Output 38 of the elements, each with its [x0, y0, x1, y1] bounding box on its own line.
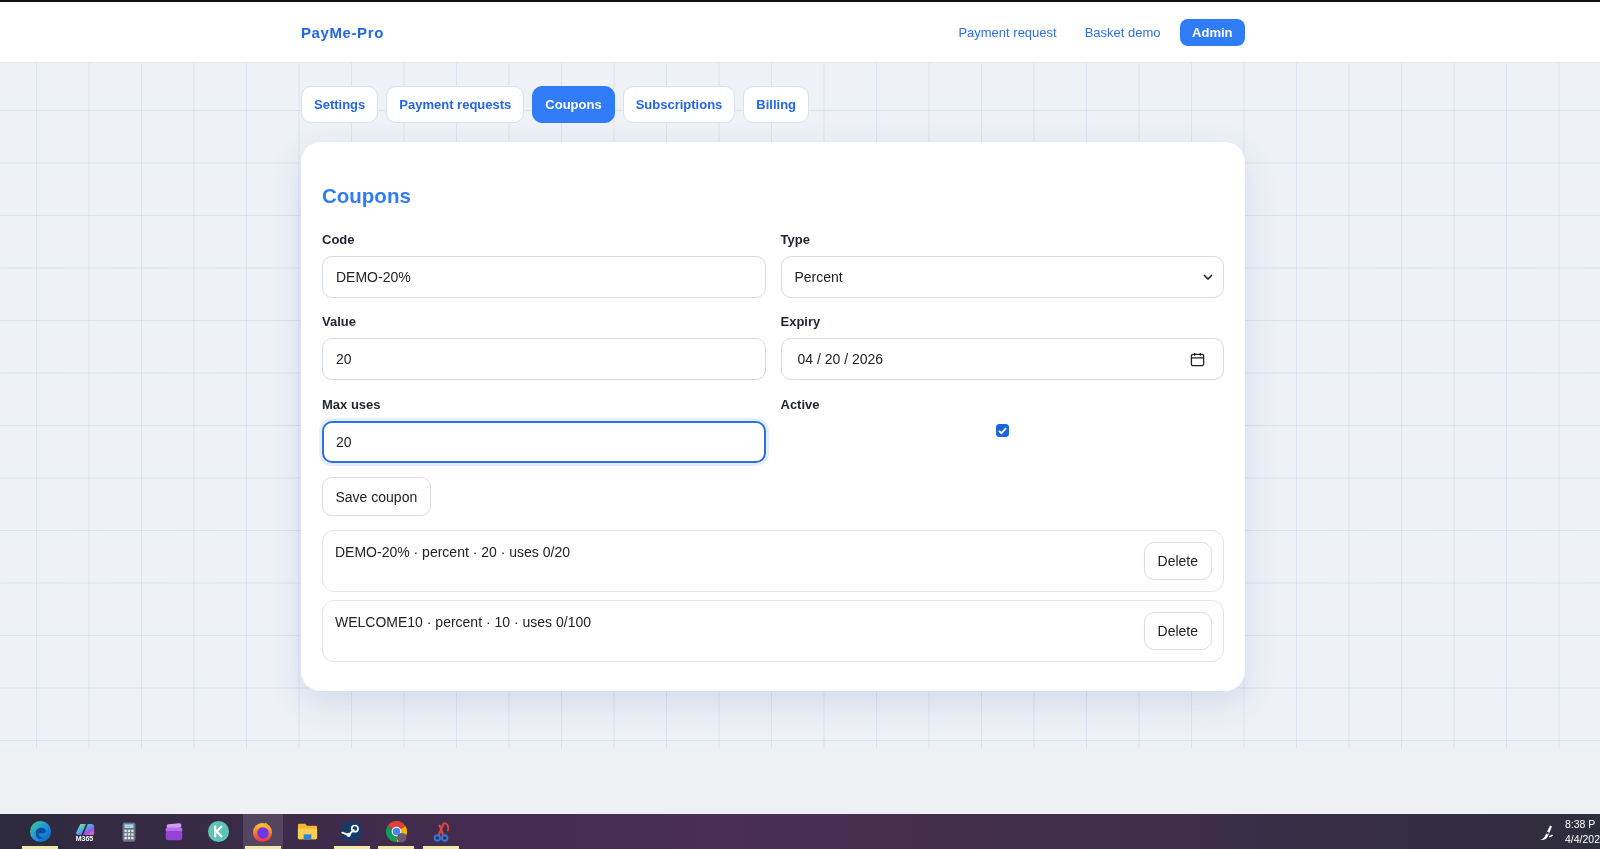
tab[interactable]: Billing [743, 86, 810, 123]
ring-ball-icon [384, 820, 408, 843]
chevron-down-icon [1203, 273, 1213, 280]
type-select[interactable]: Percent [780, 255, 1224, 298]
swirl-icon [28, 820, 52, 843]
text-input[interactable]: 20 [322, 420, 766, 463]
chevron-circle-icon [206, 820, 230, 843]
tab[interactable]: Coupons [532, 86, 615, 123]
lever-disc-icon [340, 820, 363, 843]
brand-name: PayMe-Pro [301, 23, 384, 41]
panel-title: Coupons [322, 183, 412, 209]
coupon-summary: DEMO-20% · percent · 20 · uses 0/20 [335, 543, 570, 562]
nav-link[interactable]: Basket demo [1075, 18, 1170, 46]
nav-link[interactable]: Admin [1179, 18, 1245, 46]
fox-globe-icon [251, 820, 274, 843]
text-input[interactable]: DEMO-20% [322, 255, 766, 298]
clock-date: 4/4/202 [1564, 831, 1600, 847]
save-button[interactable]: Save coupon [322, 477, 431, 516]
delete-button[interactable]: Delete [1143, 542, 1212, 580]
coupon-summary: WELCOME10 · percent · 10 · uses 0/100 [335, 613, 591, 632]
checkbox[interactable] [995, 423, 1009, 437]
field-label: Active [780, 395, 821, 414]
calendar-icon[interactable] [1190, 351, 1205, 367]
field-label: Max uses [322, 395, 382, 414]
field-label: Value [322, 313, 357, 331]
field-label: Code [322, 230, 356, 249]
nav-link[interactable]: Payment request [949, 18, 1066, 46]
taskbar-app-button[interactable] [242, 814, 283, 849]
text-input[interactable]: 20 [322, 338, 766, 380]
ribbon-logo-icon [73, 821, 96, 837]
tab[interactable]: Payment requests [386, 86, 525, 123]
delete-button[interactable]: Delete [1143, 612, 1212, 650]
tab[interactable]: Subscriptions [622, 86, 736, 123]
clock-time: 8:38 P [1564, 816, 1597, 832]
field-label: Type [780, 230, 811, 249]
date-input[interactable]: 04 / 20 / 2026 [780, 338, 1224, 380]
field-label: Expiry [780, 313, 822, 331]
tab[interactable]: Settings [301, 86, 379, 123]
